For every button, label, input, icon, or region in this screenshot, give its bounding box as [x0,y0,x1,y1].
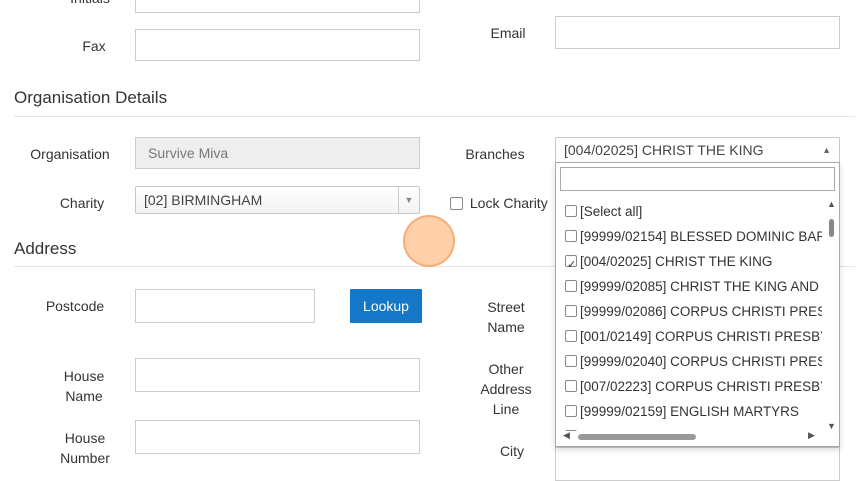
street-name-label: Street Name [476,297,536,337]
house-number-label-line-2: Number [60,450,110,466]
branch-option-checkbox[interactable] [565,230,577,243]
branch-option-label: [007/02223] CORPUS CHRISTI PRESBYTERY [580,379,822,394]
branch-option-checkbox[interactable] [565,205,577,218]
branch-option[interactable]: [004/02025] CHRIST THE KING [556,249,822,278]
branches-selected-value: [004/02025] CHRIST THE KING [564,142,764,158]
branch-option-label: [004/02025] CHRIST THE KING [580,254,773,269]
branches-label: Branches [465,146,525,162]
branch-option-checkbox[interactable] [565,280,577,293]
charity-label: Charity [59,195,105,211]
other-address-line-label: Other Address Line [466,359,546,419]
scroll-up-icon[interactable]: ▲ [827,199,836,209]
branch-option[interactable]: [99999/02040] CORPUS CHRISTI PRESBYTERY [556,349,822,374]
branch-option[interactable]: [99999/02086] CORPUS CHRISTI PRESBYTERY [556,299,822,324]
initials-field[interactable] [135,0,420,13]
email-field[interactable] [555,16,840,49]
other-address-label-line-2: Address [480,381,532,397]
branch-option-checkbox[interactable] [565,330,577,343]
organisation-section-title: Organisation Details [14,88,168,107]
branches-option-list[interactable]: [Select all] [99999/02154] BLESSED DOMINI… [556,199,822,431]
house-number-label-line-1: House [64,430,106,446]
initials-label: Initials [60,0,120,8]
house-name-label-line-1: House [63,368,105,384]
horizontal-scroll-thumb[interactable] [578,434,696,440]
branch-option[interactable]: [001/02149] CORPUS CHRISTI PRESBYTERY [556,324,822,349]
branch-option[interactable]: [Select all] [556,199,822,224]
branch-option-label: [99999/02040] CORPUS CHRISTI PRESBYTERY [580,354,822,369]
horizontal-scrollbar[interactable]: ◀ ▶ [556,428,839,446]
street-label-line-2: Name [487,319,525,335]
vertical-scroll-thumb[interactable] [829,219,834,237]
city-label: City [499,443,525,459]
branch-option[interactable]: [007/02223] CORPUS CHRISTI PRESBYTERY [556,374,822,399]
address-section-title: Address [14,239,77,258]
postcode-label: Postcode [45,298,105,314]
branch-option[interactable]: [99999/02085] CHRIST THE KING AND OUR LA… [556,274,822,299]
branches-select[interactable]: [004/02025] CHRIST THE KING ▲ [555,137,840,163]
organisation-field: Survive Miva [135,137,420,169]
branches-search-input[interactable] [560,167,835,191]
branch-option[interactable]: [99999/02159] ENGLISH MARTYRS [556,399,822,424]
house-name-field[interactable] [135,358,420,392]
branch-option-label: [99999/02086] CORPUS CHRISTI PRESBYTERY [580,304,822,319]
chevron-up-icon: ▲ [822,145,831,155]
branch-option-checkbox[interactable] [565,380,577,393]
house-number-label: House Number [50,428,120,468]
branch-option-label: [99999/02159] ENGLISH MARTYRS [580,404,799,419]
other-address-label-line-3: Line [492,401,520,417]
street-label-line-1: Street [487,299,525,315]
branches-dropdown[interactable]: [Select all] [99999/02154] BLESSED DOMINI… [555,162,840,447]
lookup-button[interactable]: Lookup [350,289,422,323]
vertical-scrollbar[interactable]: ▲ ▼ [823,199,839,431]
branch-option-label: [99999/02085] CHRIST THE KING AND OUR LA… [580,279,822,294]
organisation-divider [14,116,855,117]
branch-option-checkbox[interactable] [565,405,577,418]
email-label: Email [490,25,526,41]
charity-select[interactable]: [02] BIRMINGHAM ▼ [135,186,420,214]
organisation-label: Organisation [30,146,110,162]
fax-label: Fax [82,38,106,54]
lock-charity-checkbox[interactable] [450,196,463,210]
branch-option-label: [001/02149] CORPUS CHRISTI PRESBYTERY [580,329,822,344]
chevron-down-icon: ▼ [398,187,419,213]
fax-field[interactable] [135,29,420,61]
city-field[interactable] [555,447,840,481]
branch-option-checkbox[interactable] [565,305,577,318]
scroll-right-icon[interactable]: ▶ [808,430,815,441]
click-indicator [403,215,455,267]
postcode-field[interactable] [135,289,315,323]
house-name-label-line-2: Name [65,388,103,404]
house-number-field[interactable] [135,420,420,454]
lock-charity-toggle[interactable]: Lock Charity [450,193,548,213]
branch-option-label: [99999/02154] BLESSED DOMINIC BARBERI [580,229,822,244]
branch-option-checkbox[interactable] [565,253,577,278]
scroll-left-icon[interactable]: ◀ [563,430,570,441]
other-address-label-line-1: Other [488,361,524,377]
branch-option-label: [Select all] [580,204,643,219]
lock-charity-label: Lock Charity [469,195,548,211]
branch-option[interactable]: [99999/02154] BLESSED DOMINIC BARBERI [556,224,822,249]
charity-selected-value: [02] BIRMINGHAM [144,192,263,208]
house-name-label: House Name [54,366,114,406]
branch-option-checkbox[interactable] [565,355,577,368]
